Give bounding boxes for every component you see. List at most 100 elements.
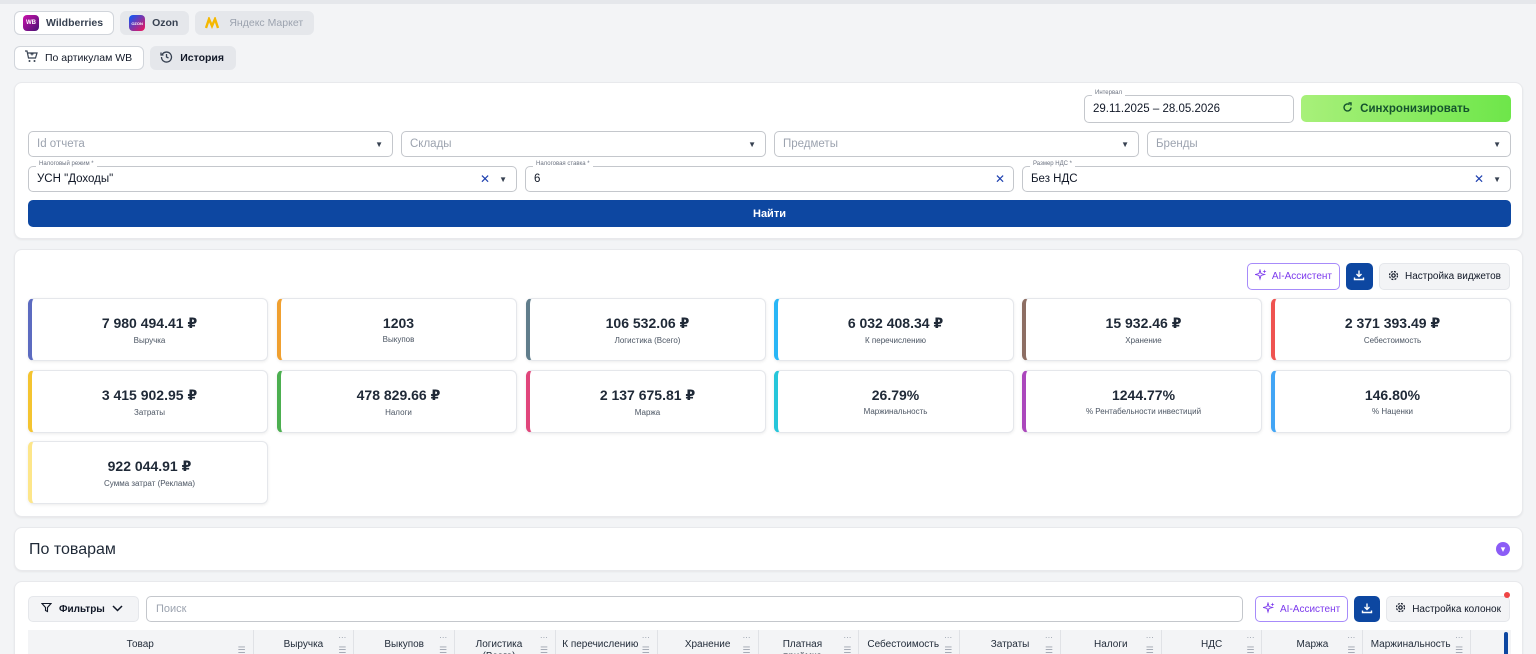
interval-field[interactable]: Интервал 29.11.2025 – 28.05.2026	[1084, 90, 1294, 123]
metric-card: 7 980 494.41 ₽ Выручка	[28, 298, 268, 361]
sync-button[interactable]: Синхронизировать	[1301, 95, 1511, 122]
warehouses-select[interactable]: Склады ▼	[401, 131, 766, 157]
column-drag-icon[interactable]: ⋯	[540, 632, 548, 644]
tax-regime-select[interactable]: Налоговый режим * УСН "Доходы" ✕ ▼	[28, 161, 517, 192]
column-header[interactable]: Логистика (Всего) ⋯ ☰	[455, 630, 556, 654]
widget-settings-button[interactable]: Настройка виджетов	[1378, 263, 1510, 290]
column-menu-icon[interactable]: ☰	[1246, 644, 1254, 654]
brands-select[interactable]: Бренды ▼	[1147, 131, 1511, 157]
download-icon	[1353, 269, 1365, 284]
column-drag-icon[interactable]: ⋯	[1146, 632, 1154, 644]
column-menu-icon[interactable]: ☰	[944, 644, 952, 654]
filters-button[interactable]: Фильтры	[28, 596, 139, 622]
column-header[interactable]: Маржа ⋯ ☰	[1262, 630, 1364, 654]
metric-value: 15 932.46 ₽	[1105, 314, 1182, 331]
tab-by-articles-label: По артикулам WB	[45, 52, 133, 64]
column-drag-icon[interactable]: ⋯	[642, 632, 650, 644]
metric-label: % Наценки	[1372, 407, 1413, 416]
scrollbar-thumb[interactable]	[1503, 632, 1508, 654]
history-icon	[160, 50, 173, 66]
vat-select[interactable]: Размер НДС * Без НДС ✕ ▼	[1022, 161, 1511, 192]
column-menu-icon[interactable]: ☰	[843, 644, 851, 654]
collapse-icon[interactable]: ▾	[1496, 542, 1510, 556]
widgets-panel: AI-Ассистент Настройка виджетов 7 980 49…	[14, 249, 1523, 517]
ai-assistant-button[interactable]: AI-Ассистент	[1246, 263, 1340, 290]
sync-label: Синхронизировать	[1360, 102, 1470, 115]
columns-settings-button[interactable]: Настройка колонок	[1386, 596, 1510, 622]
column-header-label: К перечислению	[562, 639, 639, 650]
metric-value: 478 829.66 ₽	[356, 386, 441, 403]
column-menu-icon[interactable]: ☰	[1347, 644, 1355, 654]
column-menu-icon[interactable]: ☰	[1455, 644, 1463, 654]
column-header[interactable]: Выкупов ⋯ ☰	[354, 630, 456, 654]
metric-card: 26.79% Маржинальность	[774, 370, 1014, 433]
clear-icon[interactable]: ✕	[1474, 172, 1484, 186]
column-drag-icon[interactable]: ⋯	[439, 632, 447, 644]
wildberries-logo-icon: WB	[23, 15, 39, 31]
column-drag-icon[interactable]: ⋯	[944, 632, 952, 644]
tab-history[interactable]: История	[150, 46, 236, 70]
metric-value: 2 137 675.81 ₽	[599, 386, 696, 403]
subjects-select[interactable]: Предметы ▼	[774, 131, 1139, 157]
column-menu-icon[interactable]: ☰	[1146, 644, 1154, 654]
scroll-column	[1471, 630, 1511, 654]
clear-icon[interactable]: ✕	[995, 172, 1005, 186]
column-drag-icon[interactable]: ⋯	[1045, 632, 1053, 644]
chevron-down-icon: ▼	[1493, 140, 1501, 149]
products-section-header[interactable]: По товарам ▾	[14, 527, 1523, 571]
column-header[interactable]: К перечислению ⋯ ☰	[556, 630, 658, 654]
tab-yandex-market[interactable]: Яндекс Маркет	[195, 11, 315, 35]
column-drag-icon[interactable]: ⋯	[1455, 632, 1463, 644]
column-header[interactable]: Маржинальность ⋯ ☰	[1363, 630, 1472, 654]
report-id-select[interactable]: Id отчета ▼	[28, 131, 393, 157]
column-menu-icon[interactable]: ☰	[338, 644, 346, 654]
metric-label: Маржа	[634, 407, 661, 417]
column-drag-icon[interactable]: ⋯	[1347, 632, 1355, 644]
download-button[interactable]	[1345, 263, 1373, 290]
yandex-market-logo-icon	[204, 15, 222, 31]
sparkle-icon	[1261, 600, 1275, 617]
column-header[interactable]: Затраты ⋯ ☰	[960, 630, 1061, 654]
tab-wildberries-label: Wildberries	[46, 17, 104, 29]
metric-card: 1203 Выкупов	[277, 298, 517, 361]
download-button[interactable]	[1354, 596, 1381, 622]
tab-wildberries[interactable]: WB Wildberries	[14, 11, 115, 35]
column-header[interactable]: Выручка ⋯ ☰	[254, 630, 355, 654]
sparkle-icon	[1253, 268, 1267, 284]
column-header[interactable]: Налоги ⋯ ☰	[1061, 630, 1162, 654]
column-header[interactable]: НДС ⋯ ☰	[1162, 630, 1263, 654]
column-drag-icon[interactable]: ⋯	[743, 632, 751, 644]
metric-value: 7 980 494.41 ₽	[101, 314, 198, 331]
metric-label: К перечислению	[865, 335, 926, 345]
column-menu-icon[interactable]: ☰	[742, 644, 750, 654]
column-menu-icon[interactable]: ☰	[540, 644, 548, 654]
column-header[interactable]: Товар ☰	[28, 630, 254, 654]
column-menu-icon[interactable]: ☰	[439, 644, 447, 654]
column-drag-icon[interactable]: ⋯	[843, 632, 851, 644]
column-header[interactable]: Хранение ⋯ ☰	[658, 630, 759, 654]
column-header[interactable]: Платная приёмка ⋯ ☰	[759, 630, 860, 654]
metric-card: 3 415 902.95 ₽ Затраты	[28, 370, 268, 433]
tab-by-articles[interactable]: По артикулам WB	[14, 46, 145, 70]
clear-icon[interactable]: ✕	[480, 172, 490, 186]
column-menu-icon[interactable]: ☰	[237, 644, 245, 654]
ai-assistant-button[interactable]: AI-Ассистент	[1255, 596, 1349, 622]
tax-regime-value: УСН "Доходы"	[37, 173, 114, 185]
tax-rate-value: 6	[534, 173, 541, 185]
column-menu-icon[interactable]: ☰	[642, 644, 650, 654]
download-icon	[1361, 602, 1373, 617]
column-header-label: Маржинальность	[1370, 639, 1451, 650]
tab-ozon[interactable]: OZON Ozon	[120, 11, 190, 35]
cart-icon	[24, 50, 38, 66]
column-header-label: Хранение	[684, 639, 731, 650]
find-button[interactable]: Найти	[28, 200, 1511, 227]
column-header[interactable]: Себестоимость ⋯ ☰	[859, 630, 961, 654]
metric-value: 1203	[382, 315, 415, 331]
column-drag-icon[interactable]: ⋯	[338, 632, 346, 644]
column-menu-icon[interactable]: ☰	[1045, 644, 1053, 654]
chevron-down-icon: ▼	[748, 140, 756, 149]
widgets-toolbar: AI-Ассистент Настройка виджетов	[1246, 263, 1510, 290]
search-input[interactable]: Поиск	[146, 596, 1243, 622]
column-drag-icon[interactable]: ⋯	[1246, 632, 1254, 644]
tax-rate-input[interactable]: Налоговая ставка * 6 ✕	[525, 161, 1014, 192]
